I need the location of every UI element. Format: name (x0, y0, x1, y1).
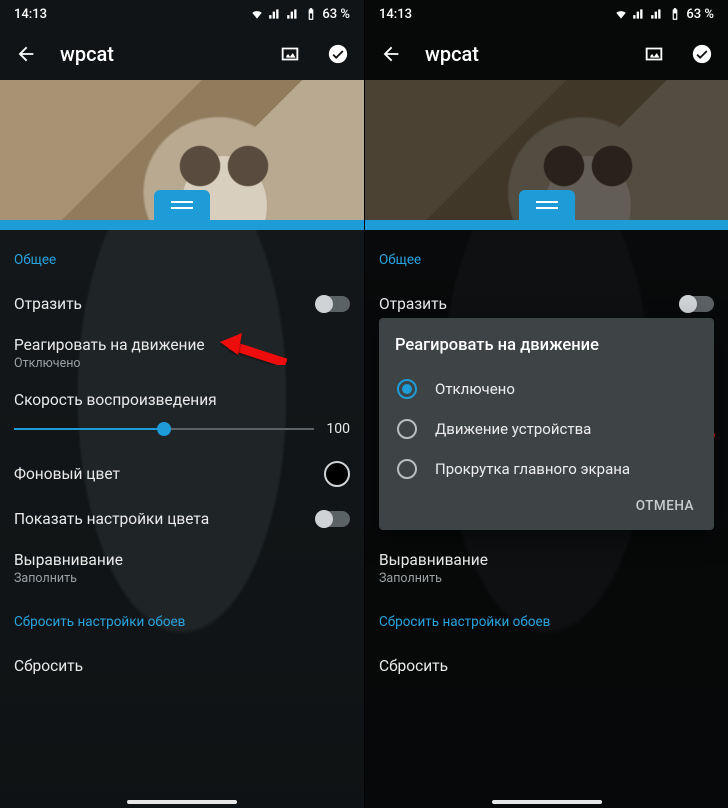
sheet-drag-handle (519, 190, 575, 220)
align-label: Выравнивание (14, 551, 350, 569)
row-bgcolor[interactable]: Фоновый цвет (14, 451, 350, 497)
wallpaper-mode-button[interactable] (640, 40, 668, 68)
dialog-cancel-button[interactable]: ОТМЕНА (636, 498, 694, 514)
nav-handle[interactable] (127, 800, 237, 804)
mirror-toggle[interactable] (316, 296, 350, 312)
status-time: 14:13 (379, 7, 412, 22)
arrow-back-icon (15, 43, 37, 65)
wallpaper-mode-button[interactable] (276, 40, 304, 68)
speed-value: 100 (326, 421, 350, 437)
sheet-drag-handle[interactable] (154, 190, 210, 220)
battery-pct: 63 % (686, 7, 714, 22)
battery-icon (668, 7, 682, 21)
sheet-top-bar (365, 220, 728, 230)
radio-icon (397, 419, 417, 439)
bgcolor-swatch[interactable] (324, 461, 350, 487)
option-label: Отключено (435, 380, 515, 398)
mirror-label: Отразить (379, 295, 680, 313)
wifi-icon (250, 7, 264, 21)
back-button[interactable] (12, 40, 40, 68)
section-reset: Сбросить настройки обоев (379, 614, 714, 630)
wifi-icon (614, 7, 628, 21)
row-align: Выравнивание Заполнить (379, 541, 714, 596)
bgcolor-label: Фоновый цвет (14, 465, 324, 483)
row-align[interactable]: Выравнивание Заполнить (14, 541, 350, 596)
colorsettings-label: Показать настройки цвета (14, 510, 316, 528)
status-bar: 14:13 63 % (0, 0, 364, 28)
toolbar: wpcat (365, 28, 728, 80)
wallpaper-preview (365, 80, 728, 220)
dialog-option-home-scroll[interactable]: Прокрутка главного экрана (395, 449, 698, 489)
status-icons: 63 % (250, 7, 350, 22)
sheet-top-bar (0, 220, 364, 230)
align-label: Выравнивание (379, 551, 714, 569)
radio-icon (397, 459, 417, 479)
motion-label: Реагировать на движение (14, 336, 350, 354)
apply-button[interactable] (688, 40, 716, 68)
check-circle-icon (327, 43, 349, 65)
toolbar: wpcat (0, 28, 364, 80)
row-motion[interactable]: Реагировать на движение Отключено (14, 326, 350, 381)
dialog-title: Реагировать на движение (395, 336, 698, 355)
mirror-toggle (680, 296, 714, 312)
option-label: Движение устройства (435, 420, 591, 438)
status-time: 14:13 (14, 7, 47, 22)
arrow-back-icon (380, 43, 402, 65)
speed-slider[interactable] (14, 428, 314, 430)
wallpaper-icon (279, 43, 301, 65)
section-reset: Сбросить настройки обоев (14, 614, 350, 630)
toolbar-title: wpcat (425, 42, 620, 66)
toolbar-title: wpcat (60, 42, 256, 66)
option-label: Прокрутка главного экрана (435, 460, 630, 478)
battery-icon (304, 7, 318, 21)
row-colorsettings[interactable]: Показать настройки цвета (14, 497, 350, 541)
speed-label: Скорость воспроизведения (14, 391, 350, 409)
row-reset[interactable]: Сбросить (14, 644, 350, 688)
align-value: Заполнить (14, 571, 350, 586)
reset-label: Сбросить (379, 657, 448, 675)
signal-icon-2 (650, 7, 664, 21)
motion-dialog: Реагировать на движение Отключено Движен… (379, 318, 714, 530)
back-button[interactable] (377, 40, 405, 68)
dialog-option-disabled[interactable]: Отключено (395, 369, 698, 409)
check-circle-icon (691, 43, 713, 65)
align-value: Заполнить (379, 571, 714, 586)
row-speed: Скорость воспроизведения 100 (14, 381, 350, 451)
status-icons: 63 % (614, 7, 714, 22)
screen-left: 14:13 63 % wpcat Общее Отразить (0, 0, 364, 808)
wallpaper-preview[interactable] (0, 80, 364, 220)
row-mirror[interactable]: Отразить (14, 282, 350, 326)
colorsettings-toggle[interactable] (316, 511, 350, 527)
mirror-label: Отразить (14, 295, 316, 313)
motion-value: Отключено (14, 356, 350, 371)
row-reset: Сбросить (379, 644, 714, 688)
status-bar: 14:13 63 % (365, 0, 728, 28)
signal-icon (268, 7, 282, 21)
battery-pct: 63 % (322, 7, 350, 22)
section-general: Общее (14, 252, 350, 268)
apply-button[interactable] (324, 40, 352, 68)
signal-icon (632, 7, 646, 21)
settings-list: Общее Отразить Реагировать на движение О… (0, 230, 364, 688)
wallpaper-icon (643, 43, 665, 65)
nav-handle[interactable] (492, 800, 602, 804)
dialog-option-device-motion[interactable]: Движение устройства (395, 409, 698, 449)
screen-right: 14:13 63 % wpcat Общее Отразить (364, 0, 728, 808)
section-general: Общее (379, 252, 714, 268)
reset-label: Сбросить (14, 657, 83, 675)
radio-icon (397, 379, 417, 399)
signal-icon-2 (286, 7, 300, 21)
